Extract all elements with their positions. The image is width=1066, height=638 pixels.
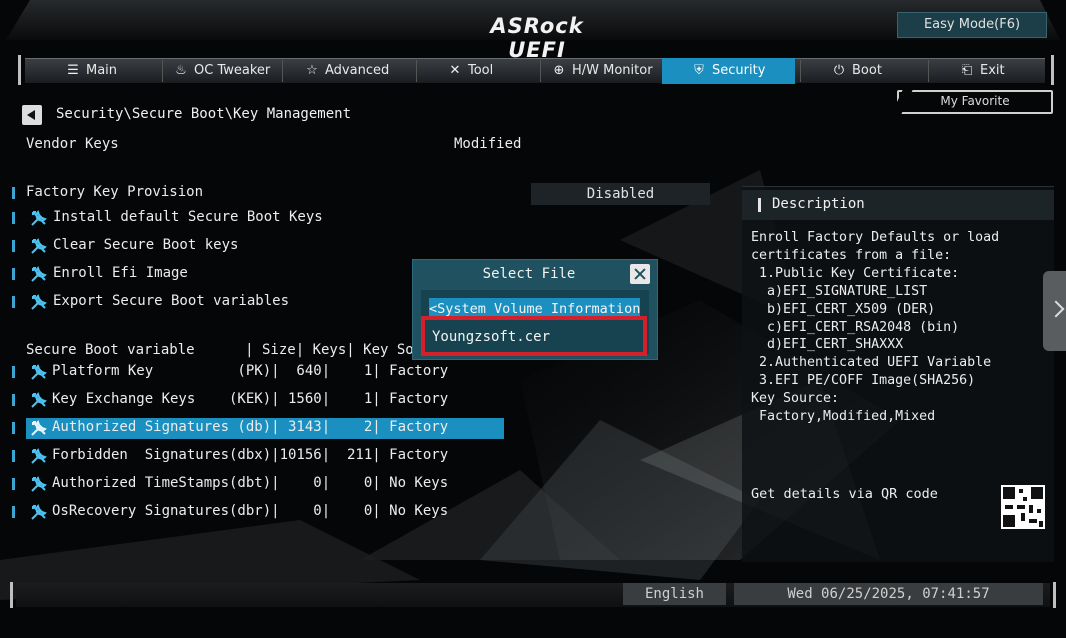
wrench-icon bbox=[30, 391, 48, 409]
tab-advanced-label: Advanced bbox=[325, 63, 390, 78]
star-icon: ☆ bbox=[306, 63, 318, 78]
install-default-keys[interactable]: Install default Secure Boot Keys bbox=[53, 209, 323, 225]
item-bullet bbox=[12, 296, 15, 308]
my-favorite-button[interactable]: My Favorite bbox=[897, 90, 1053, 114]
power-icon: ⏻ bbox=[833, 63, 845, 78]
description-body: Enroll Factory Defaults or load certific… bbox=[751, 230, 1000, 425]
nav-divider bbox=[416, 60, 417, 82]
item-bullet bbox=[12, 478, 15, 490]
tab-tool[interactable]: ✕ Tool bbox=[448, 58, 494, 84]
list-icon: ☰ bbox=[67, 63, 79, 78]
factory-key-provision-value[interactable]: Disabled bbox=[531, 183, 710, 205]
dialog-title: Select File bbox=[482, 266, 576, 282]
table-row[interactable]: OsRecovery Signatures(dbr)| 0| 0| No Key… bbox=[52, 503, 448, 519]
tab-hw-monitor-label: H/W Monitor bbox=[572, 63, 653, 78]
tab-advanced[interactable]: ☆ Advanced bbox=[305, 58, 389, 84]
tab-exit-label: Exit bbox=[980, 63, 1005, 78]
breadcrumb: Security\Secure Boot\Key Management bbox=[56, 106, 352, 122]
wrench-icon bbox=[30, 447, 48, 465]
exit-icon: ⎗ bbox=[961, 63, 973, 78]
item-bullet bbox=[12, 506, 15, 518]
tab-security-label: Security bbox=[712, 63, 766, 78]
nav-divider bbox=[162, 60, 163, 82]
nav-divider bbox=[928, 60, 929, 82]
tab-hw-monitor[interactable]: ⊕ H/W Monitor bbox=[552, 58, 653, 84]
tab-boot-label: Boot bbox=[852, 63, 882, 78]
table-row[interactable]: Platform Key (PK)| 640| 1| Factory bbox=[52, 363, 448, 379]
tab-oc-tweaker-label: OC Tweaker bbox=[194, 63, 271, 78]
wrench-icon bbox=[30, 363, 48, 381]
tab-exit[interactable]: ⎗ Exit bbox=[960, 58, 1005, 84]
monitor-icon: ⊕ bbox=[553, 63, 565, 78]
asrock-uefi-logo: ASRock UEFI bbox=[490, 14, 584, 62]
description-title: Description bbox=[772, 196, 865, 212]
wrench-icon bbox=[30, 237, 48, 255]
table-row[interactable]: Authorized TimeStamps(dbt)| 0| 0| No Key… bbox=[52, 475, 448, 491]
tab-main[interactable]: ☰ Main bbox=[66, 58, 117, 84]
tab-oc-tweaker[interactable]: ♨ OC Tweaker bbox=[174, 58, 270, 84]
datetime-display: Wed 06/25/2025, 07:41:57 bbox=[734, 583, 1043, 605]
item-bullet bbox=[12, 187, 15, 199]
vendor-keys-value: Modified bbox=[454, 136, 522, 152]
item-bullet bbox=[12, 268, 15, 280]
tab-boot[interactable]: ⏻ Boot bbox=[832, 58, 882, 84]
item-bullet bbox=[12, 212, 15, 224]
wrench-icon bbox=[30, 503, 48, 521]
flame-icon: ♨ bbox=[175, 63, 187, 78]
qr-code-image bbox=[1001, 485, 1045, 529]
header-bar bbox=[758, 198, 761, 212]
qr-code-label: Get details via QR code bbox=[751, 486, 938, 502]
nav-divider bbox=[800, 60, 801, 82]
item-bullet bbox=[12, 366, 15, 378]
item-bullet bbox=[12, 422, 15, 434]
side-panel-toggle[interactable] bbox=[1043, 271, 1066, 351]
item-bullet bbox=[12, 240, 15, 252]
enroll-efi-image[interactable]: Enroll Efi Image bbox=[53, 265, 188, 281]
back-button[interactable] bbox=[22, 105, 42, 125]
item-bullet bbox=[12, 450, 15, 462]
file-item-system-volume[interactable]: <System Volume Information> bbox=[429, 298, 640, 320]
table-header: Secure Boot variable | Size| Keys| Key S… bbox=[26, 342, 448, 358]
wrench-icon bbox=[30, 475, 48, 493]
wrench-icon bbox=[30, 209, 48, 227]
wrench-icon bbox=[30, 419, 48, 437]
language-selector[interactable]: English bbox=[623, 583, 726, 605]
easy-mode-button[interactable]: Easy Mode(F6) bbox=[897, 12, 1047, 38]
nav-divider bbox=[540, 60, 541, 82]
wrench-icon bbox=[30, 293, 48, 311]
tab-tool-label: Tool bbox=[468, 63, 494, 78]
close-icon[interactable] bbox=[630, 264, 650, 284]
vendor-keys-label: Vendor Keys bbox=[26, 136, 119, 152]
file-item-youngzsoft-cer[interactable]: Youngzsoft.cer bbox=[432, 326, 632, 348]
nav-divider bbox=[282, 60, 283, 82]
wrench-icon bbox=[30, 265, 48, 283]
tools-icon: ✕ bbox=[449, 63, 461, 78]
clear-secure-boot-keys[interactable]: Clear Secure Boot keys bbox=[53, 237, 238, 253]
factory-key-provision-label[interactable]: Factory Key Provision bbox=[26, 184, 203, 200]
export-secure-boot-variables[interactable]: Export Secure Boot variables bbox=[53, 293, 289, 309]
table-row-selected[interactable]: Authorized Signatures (db)| 3143| 2| Fac… bbox=[52, 419, 448, 435]
table-row[interactable]: Forbidden Signatures(dbx)|10156| 211| Fa… bbox=[52, 447, 448, 463]
tab-main-label: Main bbox=[86, 63, 118, 78]
table-row[interactable]: Key Exchange Keys (KEK)| 1560| 1| Factor… bbox=[52, 391, 448, 407]
shield-icon: ⛨ bbox=[694, 63, 704, 78]
item-bullet bbox=[12, 394, 15, 406]
tab-security[interactable]: ⛨ Security bbox=[662, 58, 796, 84]
